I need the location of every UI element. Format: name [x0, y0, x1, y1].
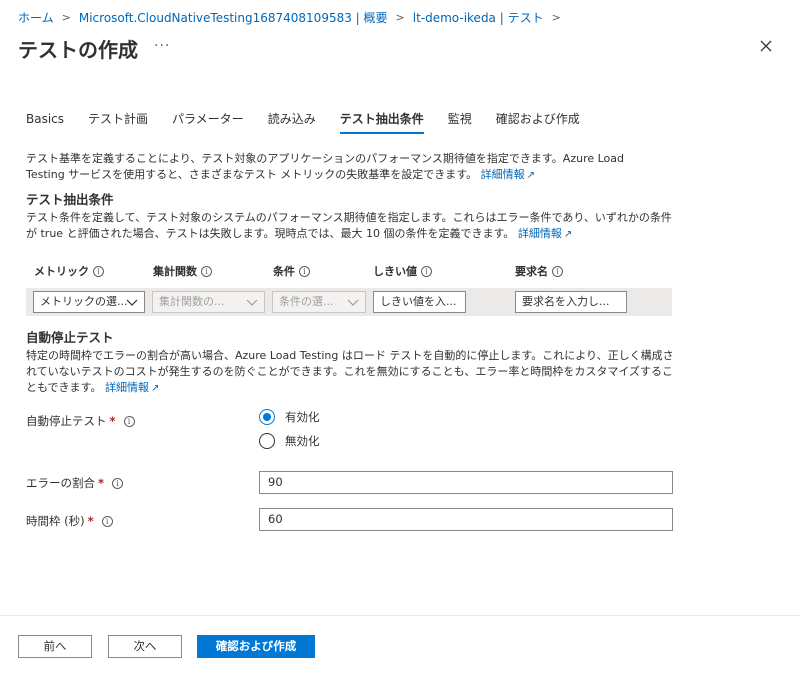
error-rate-label: エラーの割合 * i: [26, 475, 124, 491]
dropdown-value: メトリックの選...: [40, 295, 128, 308]
tab-parameters[interactable]: パラメーター: [172, 108, 244, 134]
tab-bar: Basics テスト計画 パラメーター 読み込み テスト抽出条件 監視 確認およ…: [26, 108, 604, 136]
time-window-input[interactable]: 60: [259, 508, 673, 531]
external-link-icon: ↗: [526, 170, 536, 181]
external-link-icon: ↗: [150, 383, 160, 394]
info-icon[interactable]: i: [101, 515, 113, 527]
dropdown-value: 集計関数の...: [159, 295, 225, 308]
chevron-down-icon: [246, 299, 258, 306]
label-text: 自動停止テスト: [26, 414, 107, 428]
tab-test-plan[interactable]: テスト計画: [88, 108, 148, 134]
criteria-row: メトリックの選... 集計関数の... 条件の選... しきい値を入... 要求…: [26, 288, 672, 316]
info-icon[interactable]: i: [299, 265, 310, 277]
request-name-input[interactable]: 要求名を入力し...: [515, 291, 627, 313]
page-title: テストの作成: [18, 38, 138, 62]
autostop-learn-more-link[interactable]: 詳細情報 ↗: [105, 381, 159, 394]
tab-monitoring[interactable]: 監視: [448, 108, 472, 134]
info-icon[interactable]: i: [112, 477, 124, 489]
time-window-label: 時間枠 (秒) * i: [26, 513, 113, 529]
column-label: 集計関数: [153, 265, 197, 278]
more-options-button[interactable]: ···: [154, 38, 170, 54]
column-label: 要求名: [515, 265, 548, 278]
next-button[interactable]: 次へ: [108, 635, 182, 658]
autostop-heading: 自動停止テスト: [26, 330, 114, 345]
info-icon[interactable]: i: [201, 265, 212, 277]
autostop-description: 特定の時間枠でエラーの割合が高い場合、Azure Load Testing はロ…: [26, 348, 676, 397]
breadcrumb-tests[interactable]: lt-demo-ikeda | テスト: [413, 9, 544, 26]
intro-learn-more-link[interactable]: 詳細情報 ↗: [481, 168, 535, 181]
tab-test-criteria[interactable]: テスト抽出条件: [339, 108, 424, 134]
radio-enable[interactable]: 有効化: [259, 409, 320, 425]
radio-disable[interactable]: 無効化: [259, 433, 320, 449]
dropdown-value: 条件の選...: [279, 295, 334, 308]
autostop-toggle-label: 自動停止テスト * i: [26, 413, 135, 429]
column-aggregate: 集計関数 i: [153, 263, 212, 279]
info-icon[interactable]: i: [93, 265, 104, 277]
link-text: 詳細情報: [517, 227, 562, 240]
info-icon[interactable]: i: [123, 415, 135, 427]
footer-divider: [0, 615, 800, 616]
breadcrumb: ホーム > Microsoft.CloudNativeTesting168740…: [18, 8, 569, 26]
breadcrumb-resource[interactable]: Microsoft.CloudNativeTesting168740810958…: [79, 9, 388, 26]
info-icon[interactable]: i: [552, 265, 563, 277]
column-metric: メトリック i: [34, 263, 104, 279]
label-text: 時間枠 (秒): [26, 514, 85, 528]
review-create-button[interactable]: 確認および作成: [197, 635, 315, 658]
column-threshold: しきい値 i: [373, 263, 432, 279]
tab-review-create[interactable]: 確認および作成: [496, 108, 580, 134]
intro-description: テスト基準を定義することにより、テスト対象のアプリケーションのパフォーマンス期待…: [26, 151, 666, 184]
threshold-input[interactable]: しきい値を入...: [373, 291, 466, 313]
criteria-description: テスト条件を定義して、テスト対象のシステムのパフォーマンス期待値を指定します。こ…: [26, 210, 676, 243]
link-text: 詳細情報: [480, 168, 525, 181]
breadcrumb-home[interactable]: ホーム: [18, 9, 54, 26]
previous-button[interactable]: 前へ: [18, 635, 92, 658]
aggregate-dropdown[interactable]: 集計関数の...: [152, 291, 265, 313]
label-text: エラーの割合: [26, 476, 95, 490]
radio-label: 有効化: [285, 410, 320, 424]
column-condition: 条件 i: [273, 263, 310, 279]
input-placeholder: しきい値を入...: [380, 295, 457, 308]
metric-dropdown[interactable]: メトリックの選...: [33, 291, 145, 313]
breadcrumb-separator: >: [61, 10, 71, 24]
criteria-text: テスト条件を定義して、テスト対象のシステムのパフォーマンス期待値を指定します。こ…: [26, 211, 672, 240]
radio-label: 無効化: [285, 434, 320, 448]
criteria-heading: テスト抽出条件: [26, 192, 114, 207]
criteria-learn-more-link[interactable]: 詳細情報 ↗: [518, 227, 572, 240]
input-placeholder: 要求名を入力し...: [522, 295, 610, 308]
radio-unselected-icon: [259, 433, 275, 449]
tab-basics[interactable]: Basics: [26, 108, 64, 134]
column-request-name: 要求名 i: [515, 263, 563, 279]
link-text: 詳細情報: [104, 381, 149, 394]
required-asterisk: *: [98, 476, 105, 490]
required-asterisk: *: [87, 514, 94, 528]
required-asterisk: *: [109, 414, 116, 428]
tab-load[interactable]: 読み込み: [268, 108, 316, 134]
condition-dropdown[interactable]: 条件の選...: [272, 291, 366, 313]
info-icon[interactable]: i: [421, 265, 432, 277]
close-icon[interactable]: [756, 36, 776, 56]
chevron-down-icon: [347, 299, 359, 306]
column-label: 条件: [273, 265, 295, 278]
column-label: しきい値: [373, 265, 417, 278]
external-link-icon: ↗: [563, 229, 573, 240]
breadcrumb-separator: >: [395, 10, 405, 24]
error-rate-input[interactable]: 90: [259, 471, 673, 494]
breadcrumb-separator: >: [551, 10, 561, 24]
chevron-down-icon: [126, 299, 138, 306]
column-label: メトリック: [34, 265, 89, 278]
radio-selected-icon: [259, 409, 275, 425]
